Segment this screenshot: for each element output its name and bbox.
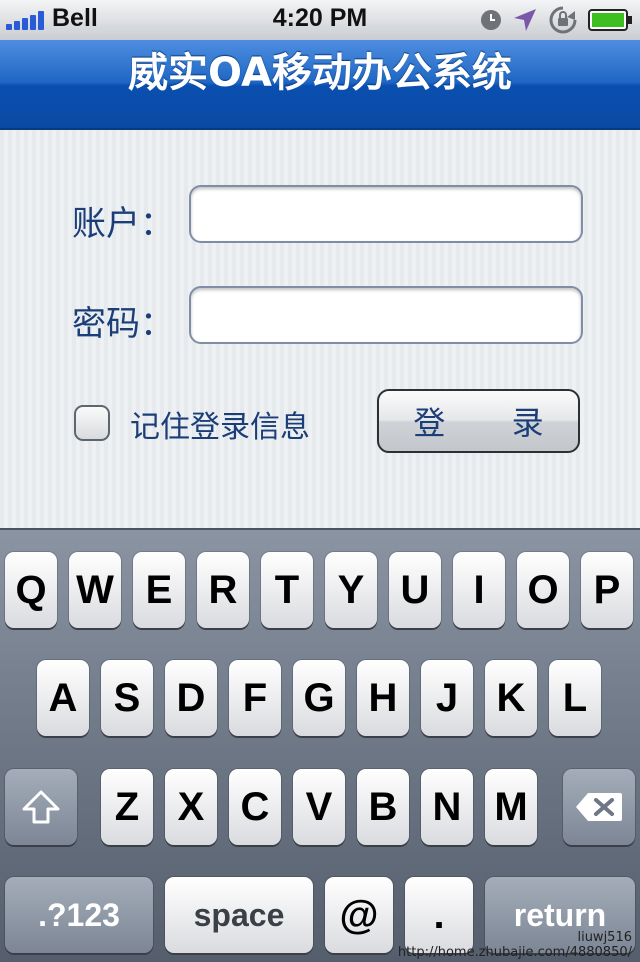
- rotation-lock-icon: [549, 6, 577, 34]
- nav-bar: 威实OA移动办公系统: [0, 40, 640, 130]
- key-k[interactable]: K: [485, 660, 537, 736]
- key-t[interactable]: T: [261, 552, 313, 628]
- key-z[interactable]: Z: [101, 769, 153, 845]
- key-s[interactable]: S: [101, 660, 153, 736]
- location-arrow-icon: [514, 9, 536, 31]
- key-v[interactable]: V: [293, 769, 345, 845]
- key-f[interactable]: F: [229, 660, 281, 736]
- key-m[interactable]: M: [485, 769, 537, 845]
- shift-key[interactable]: [5, 769, 77, 845]
- at-key[interactable]: @: [325, 877, 393, 953]
- key-q[interactable]: Q: [5, 552, 57, 628]
- dot-key[interactable]: .: [405, 877, 473, 953]
- key-i[interactable]: I: [453, 552, 505, 628]
- space-key[interactable]: space: [165, 877, 313, 953]
- password-input[interactable]: [189, 286, 583, 344]
- key-l[interactable]: L: [549, 660, 601, 736]
- numbers-key[interactable]: .?123: [5, 877, 153, 953]
- account-input[interactable]: [189, 185, 583, 243]
- key-u[interactable]: U: [389, 552, 441, 628]
- key-n[interactable]: N: [421, 769, 473, 845]
- shift-arrow-icon: [22, 790, 60, 824]
- key-p[interactable]: P: [581, 552, 633, 628]
- remember-login-checkbox[interactable]: [74, 405, 110, 441]
- key-b[interactable]: B: [357, 769, 409, 845]
- key-j[interactable]: J: [421, 660, 473, 736]
- key-w[interactable]: W: [69, 552, 121, 628]
- delete-key[interactable]: [563, 769, 635, 845]
- battery-icon: [588, 9, 632, 31]
- account-label: 账户：: [72, 204, 174, 244]
- password-label: 密码：: [72, 304, 174, 344]
- key-a[interactable]: A: [37, 660, 89, 736]
- login-button[interactable]: 登 录: [377, 389, 580, 453]
- key-e[interactable]: E: [133, 552, 185, 628]
- watermark-url: http://home.zhubajie.com/4880850/: [397, 945, 632, 960]
- page-title: 威实OA移动办公系统: [128, 50, 512, 96]
- key-y[interactable]: Y: [325, 552, 377, 628]
- alarm-clock-icon: [481, 10, 501, 30]
- key-h[interactable]: H: [357, 660, 409, 736]
- remember-login-label[interactable]: 记住登录信息: [130, 402, 310, 446]
- key-d[interactable]: D: [165, 660, 217, 736]
- key-c[interactable]: C: [229, 769, 281, 845]
- key-r[interactable]: R: [197, 552, 249, 628]
- key-x[interactable]: X: [165, 769, 217, 845]
- status-icons: [480, 6, 634, 34]
- key-g[interactable]: G: [293, 660, 345, 736]
- backspace-icon: [576, 793, 622, 821]
- watermark-user: liuwj516: [577, 930, 632, 945]
- key-o[interactable]: O: [517, 552, 569, 628]
- status-bar: Bell 4:20 PM: [0, 0, 640, 40]
